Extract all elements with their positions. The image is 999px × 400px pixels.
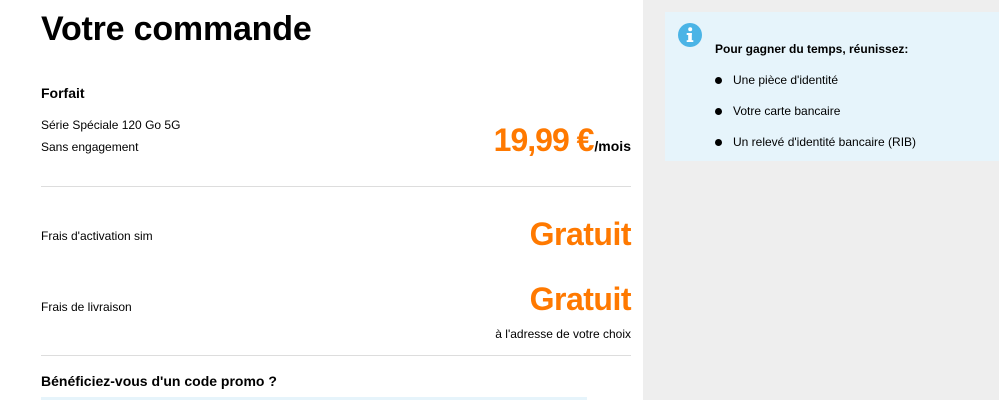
info-title: Pour gagner du temps, réunissez:: [715, 42, 909, 56]
bullet-icon: [715, 139, 722, 146]
list-item-text: Votre carte bancaire: [733, 104, 841, 118]
bullet-icon: [715, 108, 722, 115]
divider: [41, 186, 631, 187]
list-item: Une pièce d'identité: [715, 73, 916, 104]
info-box: Pour gagner du temps, réunissez: Une piè…: [665, 12, 999, 161]
delivery-fee-label: Frais de livraison: [41, 300, 132, 314]
sidebar: Pour gagner du temps, réunissez: Une piè…: [643, 0, 999, 400]
activation-fee-label: Frais d'activation sim: [41, 229, 153, 243]
plan-price-unit: /mois: [594, 138, 631, 154]
bullet-icon: [715, 77, 722, 84]
delivery-note: à l'adresse de votre choix: [495, 327, 631, 341]
order-summary: Votre commande Forfait Série Spéciale 12…: [0, 0, 643, 400]
page-title: Votre commande: [41, 10, 312, 48]
plan-price: 19,99 € /mois: [494, 122, 631, 159]
list-item-text: Une pièce d'identité: [733, 73, 839, 87]
delivery-fee-value: Gratuit: [529, 281, 632, 317]
plan-commitment: Sans engagement: [41, 140, 139, 154]
info-icon: [678, 23, 702, 47]
activation-fee-value: Gratuit: [529, 216, 632, 252]
plan-price-amount: 19,99 €: [493, 122, 595, 158]
list-item: Votre carte bancaire: [715, 104, 916, 135]
plan-section-title: Forfait: [41, 85, 85, 101]
list-item: Un relevé d'identité bancaire (RIB): [715, 135, 916, 166]
plan-name: Série Spéciale 120 Go 5G: [41, 118, 181, 132]
divider: [41, 355, 631, 356]
promo-code-toggle[interactable]: Bénéficiez-vous d'un code promo ?: [41, 373, 277, 389]
list-item-text: Un relevé d'identité bancaire (RIB): [733, 135, 917, 149]
info-list: Une pièce d'identité Votre carte bancair…: [715, 73, 916, 166]
